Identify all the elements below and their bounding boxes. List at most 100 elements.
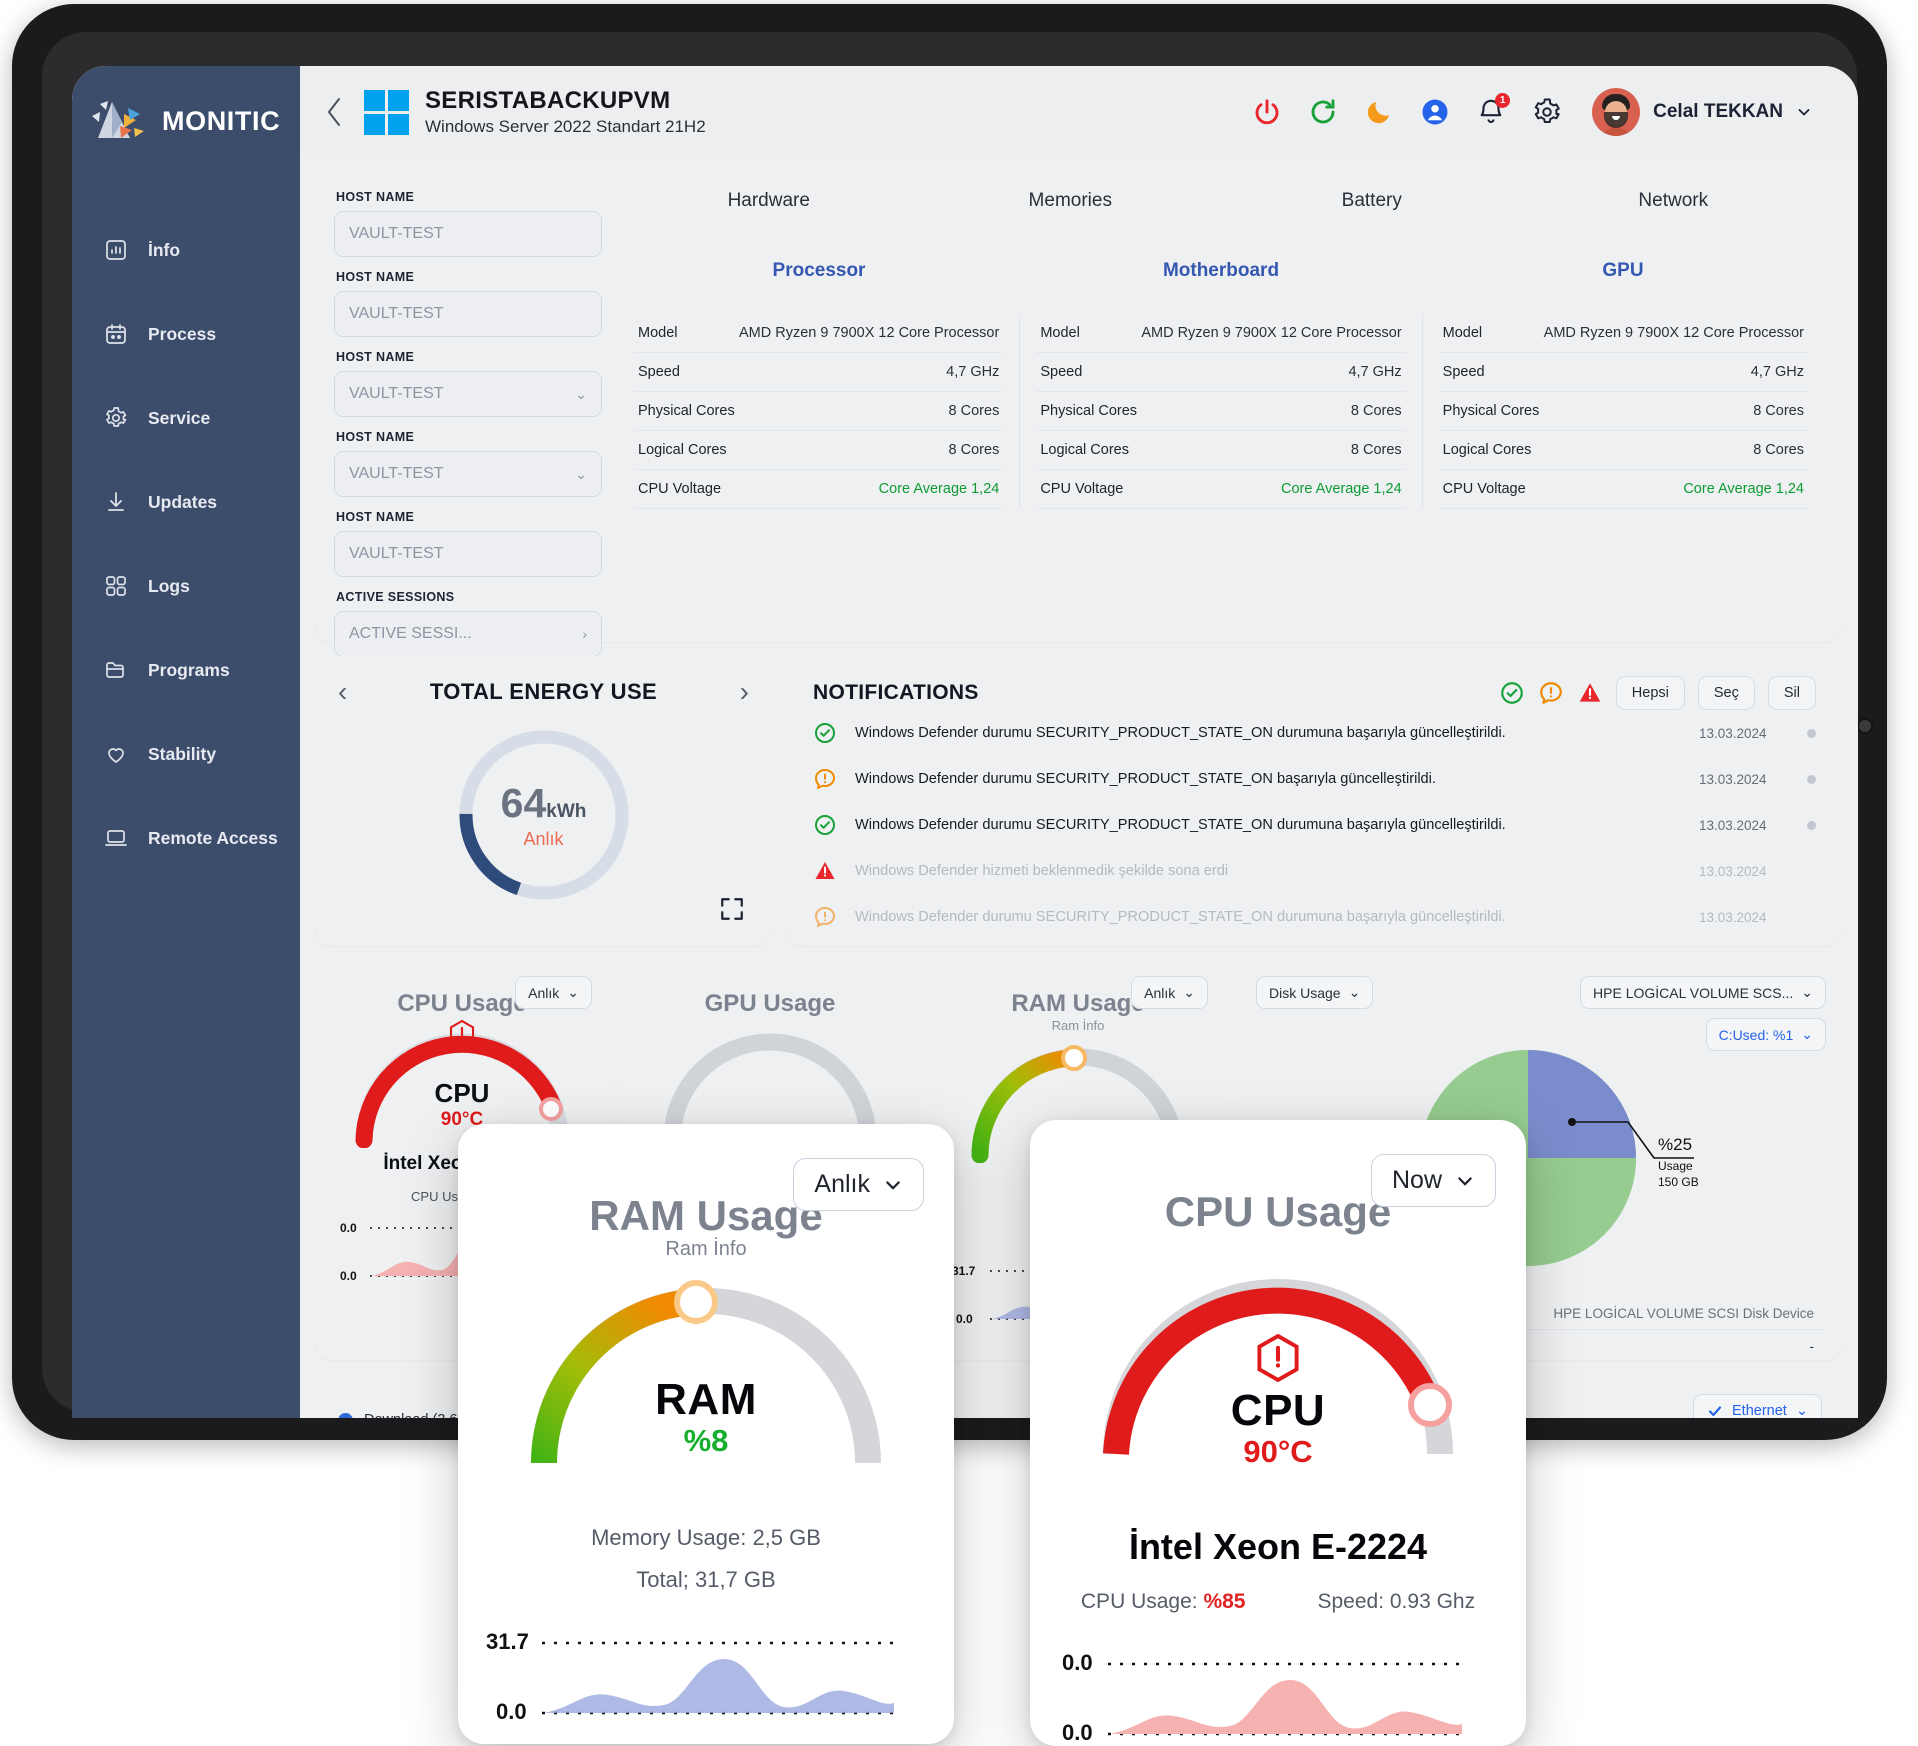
disk-usage-select[interactable]: Disk Usage ⌄: [1256, 976, 1373, 1009]
check-circle-icon[interactable]: [1499, 680, 1525, 706]
energy-status: Anlık: [523, 829, 563, 850]
alert-triangle-icon: [813, 859, 837, 883]
ram-modal-sparkline-chart: 31.7 0.0: [484, 1619, 904, 1729]
sidebar-item-process[interactable]: Process: [72, 292, 300, 376]
sidebar-item-updates[interactable]: Updates: [72, 460, 300, 544]
host-name-select-1[interactable]: VAULT-TEST ⌄: [334, 371, 602, 417]
sidebar-item-programs[interactable]: Programs: [72, 628, 300, 712]
list-item[interactable]: Windows Defender durumu SECURITY_PRODUCT…: [813, 756, 1816, 802]
host-name-input-1[interactable]: VAULT-TEST: [334, 211, 602, 257]
sidebar-item-stability[interactable]: Stability: [72, 712, 300, 796]
field-value: VAULT-TEST: [349, 465, 444, 483]
notification-date: 13.03.2024: [1699, 772, 1789, 787]
chevron-down-icon: [883, 1175, 903, 1195]
moon-icon[interactable]: [1364, 97, 1394, 127]
subsection-processor[interactable]: Processor: [618, 260, 1020, 282]
chevron-down-icon: ⌄: [575, 466, 587, 483]
table-row: CPU VoltageCore Average 1,24: [634, 470, 1003, 509]
cpu-usage-label: CPU Usage:: [1081, 1590, 1198, 1613]
unread-dot: [1807, 775, 1816, 784]
folder-icon: [104, 658, 128, 682]
spec-value: AMD Ryzen 9 7900X 12 Core Processor: [1141, 325, 1401, 341]
delete-button[interactable]: Sil: [1768, 676, 1816, 710]
tab-memories[interactable]: Memories: [920, 190, 1222, 212]
sidebar-item-service[interactable]: Service: [72, 376, 300, 460]
expand-icon[interactable]: [719, 896, 745, 922]
download-icon: [104, 490, 128, 514]
list-item[interactable]: Windows Defender durumu SECURITY_PRODUCT…: [813, 894, 1816, 940]
energy-prev-button[interactable]: ‹: [338, 678, 347, 706]
tab-battery[interactable]: Battery: [1221, 190, 1523, 212]
tab-network[interactable]: Network: [1523, 190, 1825, 212]
refresh-icon[interactable]: [1308, 97, 1338, 127]
energy-next-button[interactable]: ›: [740, 678, 749, 706]
host-name-input-2[interactable]: VAULT-TEST: [334, 291, 602, 337]
download-legend: Download (3.64 (: [338, 1412, 474, 1418]
ram-range-select[interactable]: Anlık ⌄: [1131, 976, 1208, 1009]
cpu-modal-range-select[interactable]: Now: [1371, 1154, 1496, 1207]
active-sessions-button[interactable]: ACTIVE SESSI... ›: [334, 611, 602, 657]
spec-label: Model: [1040, 325, 1080, 341]
power-icon[interactable]: [1252, 97, 1282, 127]
filter-all-button[interactable]: Hepsi: [1616, 676, 1685, 710]
gear-icon[interactable]: [1532, 97, 1562, 127]
spec-value: 8 Cores: [1753, 403, 1804, 419]
pie-label-usage-pct: %25: [1658, 1135, 1692, 1154]
tab-hardware[interactable]: Hardware: [618, 190, 920, 212]
warning-circle-icon[interactable]: [1538, 680, 1564, 706]
back-button[interactable]: [314, 95, 354, 129]
table-row: ModelAMD Ryzen 9 7900X 12 Core Processor: [1439, 314, 1808, 353]
user-menu[interactable]: Celal TEKKAN: [1592, 88, 1812, 136]
spec-value: Core Average 1,24: [1281, 481, 1402, 497]
chevron-down-icon: ⌄: [1796, 1403, 1808, 1418]
sidebar-item-logs[interactable]: Logs: [72, 544, 300, 628]
list-item[interactable]: Windows Defender durumu SECURITY_PRODUCT…: [813, 710, 1816, 756]
spec-tables: ModelAMD Ryzen 9 7900X 12 Core Processor…: [618, 314, 1824, 509]
chevron-down-icon: ⌄: [1801, 1026, 1813, 1043]
spec-label: Model: [638, 325, 678, 341]
disk-device-select[interactable]: HPE LOGİCAL VOLUME SCS... ⌄: [1580, 976, 1826, 1009]
range-label: Anlık: [528, 985, 559, 1001]
list-item[interactable]: Windows Defender hizmeti beklenmedik şek…: [813, 848, 1816, 894]
cpu-model: İntel Xeon E-2224: [1056, 1526, 1500, 1568]
cpu-range-select[interactable]: Anlık ⌄: [515, 976, 592, 1009]
server-os: Windows Server 2022 Standart 21H2: [425, 117, 706, 137]
gauge-label: CPU: [334, 1078, 590, 1109]
energy-header: ‹ TOTAL ENERGY USE ›: [316, 656, 771, 706]
list-item[interactable]: Windows Defender durumu SECURITY_PRODUCT…: [813, 802, 1816, 848]
alert-triangle-icon[interactable]: [1577, 680, 1603, 706]
range-label: Anlık: [1144, 985, 1175, 1001]
user-circle-icon[interactable]: [1420, 97, 1450, 127]
notification-date: 13.03.2024: [1699, 910, 1789, 925]
sidebar-item-info[interactable]: İnfo: [72, 208, 300, 292]
gauge-label: RAM: [484, 1375, 928, 1425]
ethernet-select[interactable]: Ethernet ⌄: [1693, 1394, 1822, 1418]
disk-used-select[interactable]: C:Used: %1 ⌄: [1706, 1018, 1826, 1051]
axis-top-label: 31.7: [486, 1629, 529, 1654]
host-name-input-3[interactable]: VAULT-TEST: [334, 531, 602, 577]
axis-top-label: 0.0: [1062, 1650, 1093, 1675]
table-row: Physical Cores 8 Cores: [1439, 392, 1808, 431]
select-button[interactable]: Seç: [1698, 676, 1755, 710]
sidebar-item-label: Process: [148, 324, 216, 345]
app-screen: MONITIC İnfo Process: [72, 66, 1858, 1418]
field-value: VAULT-TEST: [349, 385, 444, 403]
spec-value: Core Average 1,24: [879, 481, 1000, 497]
pie-label-usage: Usage: [1658, 1159, 1693, 1173]
spec-label: Speed: [1040, 364, 1082, 380]
notification-text: Windows Defender hizmeti beklenmedik şek…: [855, 863, 1681, 879]
bell-icon[interactable]: 1: [1476, 97, 1506, 127]
field-label: HOST NAME: [336, 270, 602, 284]
chevron-down-icon: ⌄: [1183, 984, 1195, 1001]
sidebar-item-remote-access[interactable]: Remote Access: [72, 796, 300, 880]
card-subtitle: Ram İnfo: [950, 1018, 1206, 1033]
spec-label: Physical Cores: [1443, 403, 1540, 419]
subsection-gpu[interactable]: GPU: [1422, 260, 1824, 282]
legend-dot-icon: [338, 1413, 353, 1419]
subsection-motherboard[interactable]: Motherboard: [1020, 260, 1422, 282]
ram-modal-range-select[interactable]: Anlık: [793, 1158, 924, 1211]
host-name-select-2[interactable]: VAULT-TEST ⌄: [334, 451, 602, 497]
spec-label: Physical Cores: [1040, 403, 1137, 419]
cpu-speed-label: Speed: 0.93 Ghz: [1317, 1590, 1475, 1614]
sidebar: MONITIC İnfo Process: [72, 66, 300, 1418]
